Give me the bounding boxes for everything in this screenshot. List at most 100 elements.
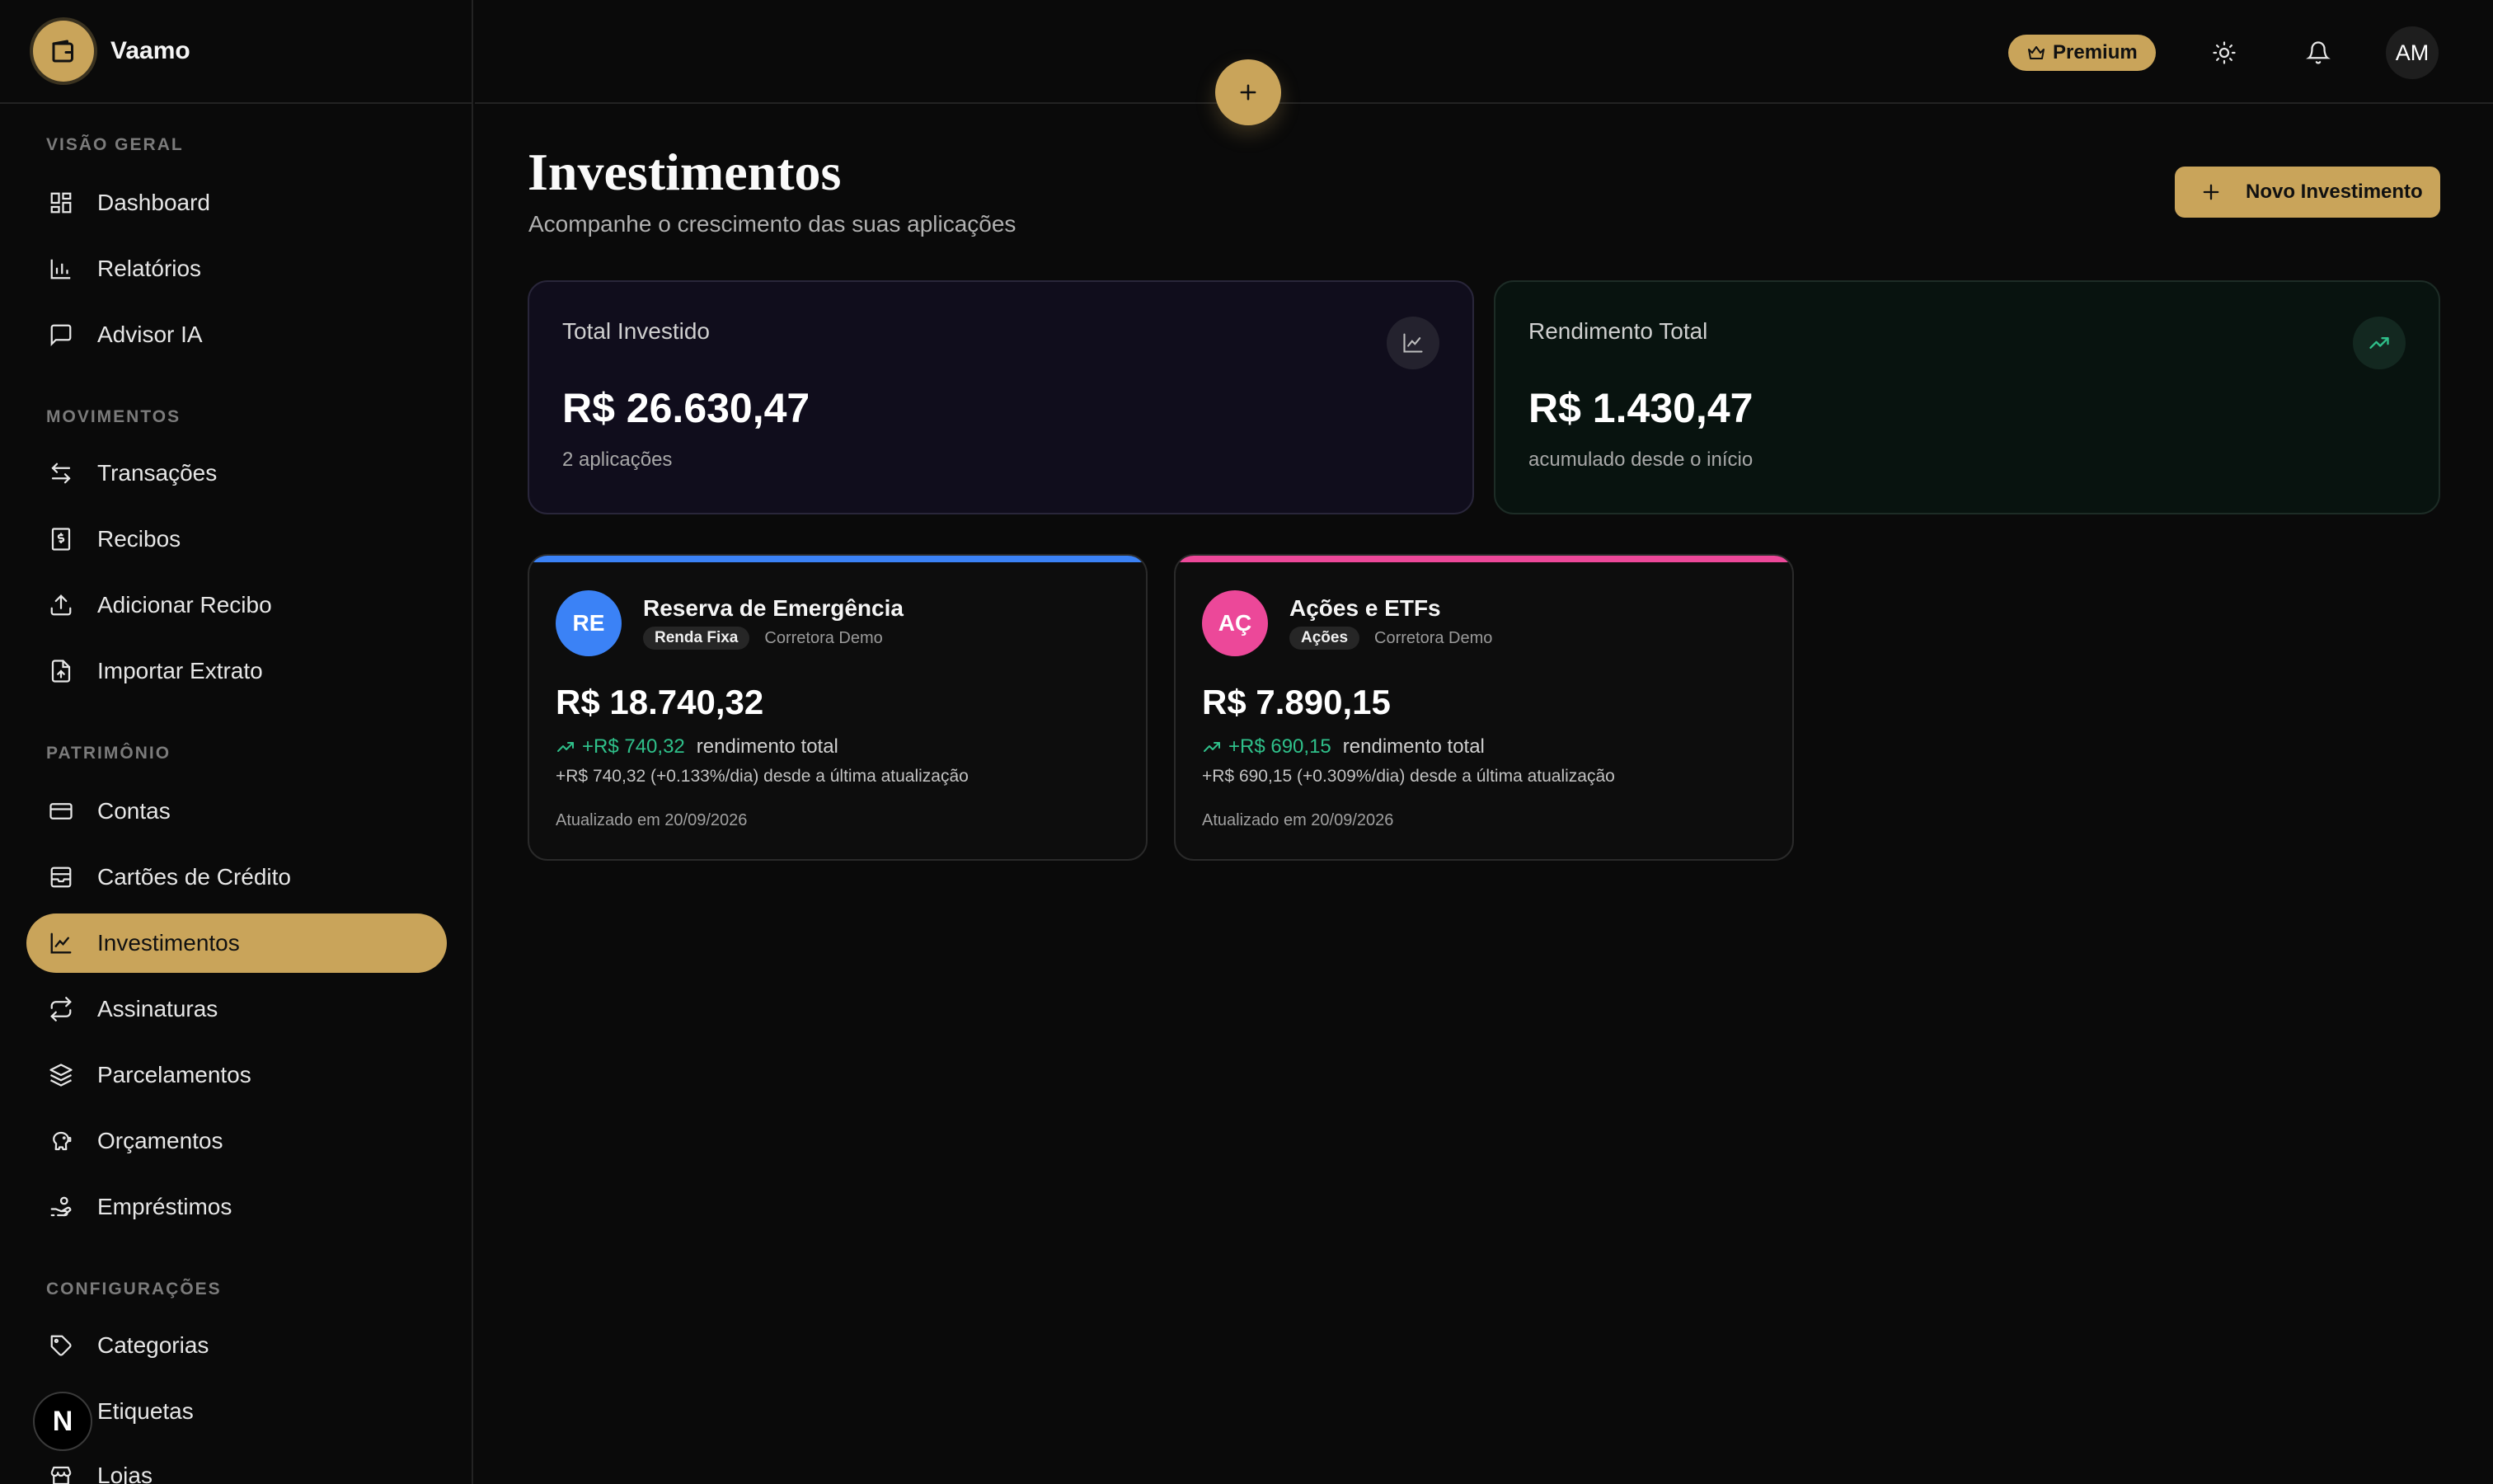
message-square-icon bbox=[46, 320, 76, 350]
sidebar-item-orcamentos[interactable]: Orçamentos bbox=[26, 1111, 447, 1171]
theme-toggle-button[interactable] bbox=[2208, 36, 2241, 69]
crown-icon bbox=[2028, 46, 2045, 59]
sidebar-item-label: Recibos bbox=[97, 526, 181, 552]
sidebar-item-label: Contas bbox=[97, 798, 171, 824]
investment-name: Ações e ETFs bbox=[1289, 595, 1441, 621]
investment-gain: +R$ 740,32 bbox=[582, 735, 685, 758]
sidebar-item-label: Dashboard bbox=[97, 190, 210, 215]
dev-tools-badge[interactable]: N bbox=[33, 1392, 92, 1451]
sidebar-item-dashboard[interactable]: Dashboard bbox=[26, 173, 447, 232]
wallet-icon bbox=[33, 21, 94, 82]
trending-up-icon bbox=[557, 742, 574, 752]
investment-name: Reserva de Emergência bbox=[643, 595, 904, 621]
investment-updated: Atualizado em 20/09/2026 bbox=[1202, 811, 1394, 829]
sidebar-item-parcelamentos[interactable]: Parcelamentos bbox=[26, 1045, 447, 1105]
sidebar-item-relatorios[interactable]: Relatórios bbox=[26, 239, 447, 298]
card-color-bar bbox=[1176, 556, 1792, 562]
plus-icon bbox=[1240, 84, 1256, 101]
section-title-patrimonio: PATRIMÔNIO bbox=[46, 744, 171, 763]
bar-chart-icon bbox=[46, 254, 76, 284]
sidebar-item-label: Advisor IA bbox=[97, 322, 203, 347]
topbar bbox=[475, 0, 2493, 104]
sidebar-item-recibos[interactable]: Recibos bbox=[26, 510, 447, 569]
new-investment-button[interactable]: Novo Investimento bbox=[2175, 167, 2440, 218]
user-avatar[interactable]: AM bbox=[2386, 26, 2439, 79]
sidebar-item-label: Relatórios bbox=[97, 256, 202, 281]
quick-add-button[interactable] bbox=[1215, 59, 1281, 125]
card-color-bar bbox=[529, 556, 1146, 562]
arrows-left-right-icon bbox=[46, 458, 76, 488]
dashboard-icon bbox=[46, 188, 76, 218]
brand[interactable]: Vaamo bbox=[0, 0, 472, 104]
total-invested-card: Total Investido R$ 26.630,47 2 aplicaçõe… bbox=[528, 280, 1474, 514]
page-subtitle: Acompanhe o crescimento das suas aplicaç… bbox=[528, 211, 1016, 237]
sidebar-item-label: Adicionar Recibo bbox=[97, 592, 272, 618]
investment-type-badge: Ações bbox=[1289, 627, 1360, 650]
investment-gain-label: rendimento total bbox=[696, 735, 838, 758]
sidebar-item-label: Orçamentos bbox=[97, 1128, 223, 1153]
receipt-icon bbox=[46, 524, 76, 554]
investment-detail: +R$ 690,15 (+0.309%/dia) desde a última … bbox=[1202, 767, 1615, 786]
sidebar-item-contas[interactable]: Contas bbox=[26, 782, 447, 841]
sidebar-item-label: Lojas bbox=[97, 1463, 153, 1484]
sidebar-item-lojas[interactable]: Lojas bbox=[26, 1446, 447, 1484]
notifications-button[interactable] bbox=[2302, 36, 2335, 69]
sidebar-item-emprestimos[interactable]: Empréstimos bbox=[26, 1177, 447, 1237]
credit-card-icon bbox=[46, 796, 76, 826]
tag-icon bbox=[46, 1331, 76, 1360]
stat-value: R$ 1.430,47 bbox=[1528, 385, 1754, 431]
section-title-visao-geral: VISÃO GERAL bbox=[46, 135, 184, 154]
sidebar-item-transacoes[interactable]: Transações bbox=[26, 444, 447, 503]
sidebar-item-assinaturas[interactable]: Assinaturas bbox=[26, 979, 447, 1039]
sidebar-item-importar-extrato[interactable]: Importar Extrato bbox=[26, 641, 447, 701]
investment-updated: Atualizado em 20/09/2026 bbox=[556, 811, 748, 829]
line-chart-icon bbox=[1387, 317, 1439, 369]
sidebar-item-label: Importar Extrato bbox=[97, 658, 263, 683]
investment-value: R$ 18.740,32 bbox=[556, 683, 764, 721]
wallet-card-icon bbox=[46, 862, 76, 892]
investment-card[interactable]: AÇ Ações e ETFs Ações Corretora Demo R$ … bbox=[1174, 554, 1794, 861]
sidebar-item-label: Categorias bbox=[97, 1332, 209, 1358]
total-yield-card: Rendimento Total R$ 1.430,47 acumulado d… bbox=[1494, 280, 2440, 514]
stat-value: R$ 26.630,47 bbox=[562, 385, 810, 431]
new-investment-label: Novo Investimento bbox=[2246, 181, 2423, 203]
sidebar-item-label: Etiquetas bbox=[97, 1398, 194, 1424]
stat-sub: acumulado desde o início bbox=[1528, 448, 1754, 471]
sidebar-item-label: Parcelamentos bbox=[97, 1062, 251, 1087]
bell-icon bbox=[2306, 41, 2331, 64]
investment-detail: +R$ 740,32 (+0.133%/dia) desde a última … bbox=[556, 767, 969, 786]
trending-up-icon bbox=[1204, 742, 1220, 752]
stat-label: Total Investido bbox=[562, 318, 710, 344]
section-title-configuracoes: CONFIGURAÇÕES bbox=[46, 1280, 222, 1298]
piggy-bank-icon bbox=[46, 1126, 76, 1156]
sidebar-item-adicionar-recibo[interactable]: Adicionar Recibo bbox=[26, 575, 447, 635]
sidebar-item-investimentos[interactable]: Investimentos bbox=[26, 913, 447, 973]
section-title-movimentos: MOVIMENTOS bbox=[46, 407, 181, 426]
investment-card[interactable]: RE Reserva de Emergência Renda Fixa Corr… bbox=[528, 554, 1148, 861]
stat-sub: 2 aplicações bbox=[562, 448, 673, 471]
trending-up-icon bbox=[2353, 317, 2406, 369]
sidebar-item-advisor-ia[interactable]: Advisor IA bbox=[26, 305, 447, 364]
investment-broker: Corretora Demo bbox=[764, 628, 883, 647]
sun-icon bbox=[2213, 41, 2236, 64]
sidebar-item-label: Investimentos bbox=[97, 930, 240, 956]
layers-icon bbox=[46, 1060, 76, 1090]
file-upload-icon bbox=[46, 656, 76, 686]
investment-gain-label: rendimento total bbox=[1342, 735, 1485, 758]
investment-gain: +R$ 690,15 bbox=[1228, 735, 1331, 758]
sidebar-item-label: Cartões de Crédito bbox=[97, 864, 292, 890]
sidebar-item-categorias[interactable]: Categorias bbox=[26, 1316, 447, 1375]
page-title: Investimentos bbox=[528, 143, 842, 201]
upload-icon bbox=[46, 590, 76, 620]
premium-label: Premium bbox=[2053, 41, 2138, 63]
hand-coins-icon bbox=[46, 1192, 76, 1222]
sidebar-item-cartoes-de-credito[interactable]: Cartões de Crédito bbox=[26, 848, 447, 907]
store-icon bbox=[46, 1461, 76, 1484]
brand-name: Vaamo bbox=[110, 37, 190, 64]
premium-badge[interactable]: Premium bbox=[2008, 35, 2156, 71]
sidebar-item-label: Assinaturas bbox=[97, 996, 218, 1021]
sidebar-item-label: Transações bbox=[97, 460, 218, 486]
sidebar-item-label: Empréstimos bbox=[97, 1194, 232, 1219]
investment-avatar: RE bbox=[556, 590, 622, 656]
sidebar: Vaamo VISÃO GERAL Dashboard Relatórios A… bbox=[0, 0, 473, 1484]
